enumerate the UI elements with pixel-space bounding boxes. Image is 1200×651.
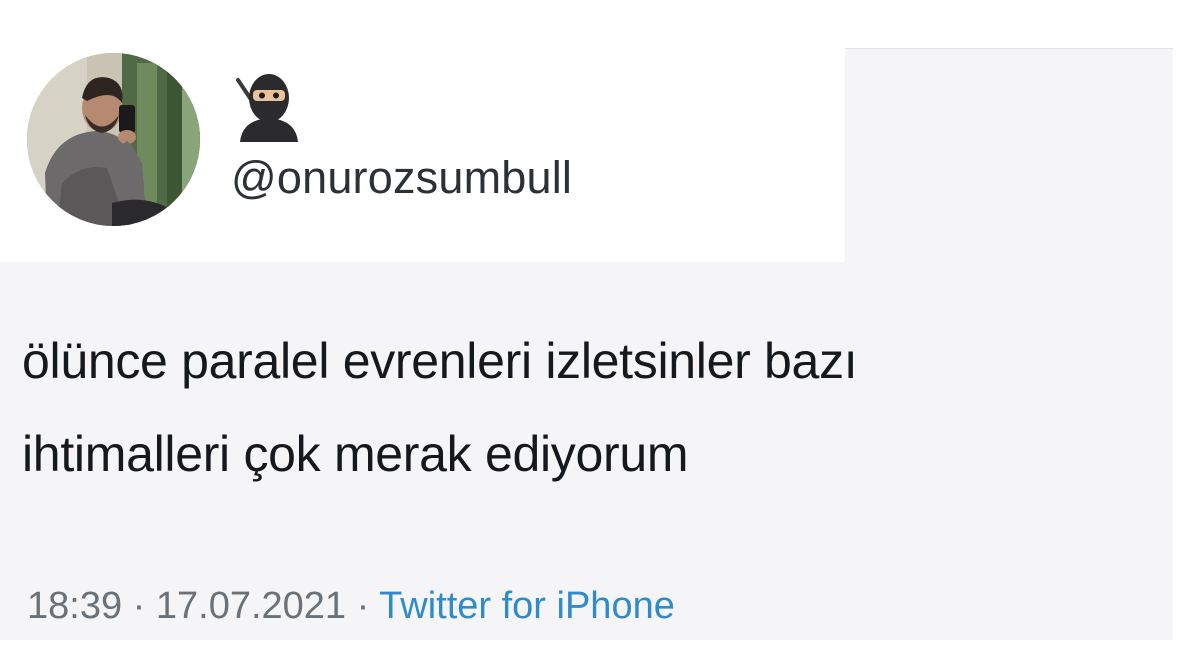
tweet-source-link[interactable]: Twitter for iPhone xyxy=(379,585,675,627)
tweet-screenshot: @onurozsumbull ölünce paralel evrenleri … xyxy=(0,0,1200,651)
user-handle[interactable]: @onurozsumbull xyxy=(231,150,572,206)
header-background-right xyxy=(845,0,1173,48)
separator-dot: · xyxy=(346,585,380,627)
tweet-meta: 18:39 · 17.07.2021 · Twitter for iPhone xyxy=(27,582,675,630)
divider xyxy=(845,48,1173,49)
tweet-time[interactable]: 18:39 xyxy=(27,585,122,627)
tweet-text-line: ihtimalleri çok merak ediyorum xyxy=(22,426,689,482)
avatar[interactable] xyxy=(27,53,200,226)
tweet-text-line: ölünce paralel evrenleri izletsinler baz… xyxy=(22,333,858,389)
bottom-border xyxy=(0,640,1200,651)
avatar-photo xyxy=(27,53,200,226)
tweet-text: ölünce paralel evrenleri izletsinler baz… xyxy=(22,315,1142,501)
ninja-emoji-icon xyxy=(232,70,306,142)
separator-dot: · xyxy=(122,585,156,627)
right-border xyxy=(1173,0,1200,651)
tweet-date[interactable]: 17.07.2021 xyxy=(156,585,346,627)
